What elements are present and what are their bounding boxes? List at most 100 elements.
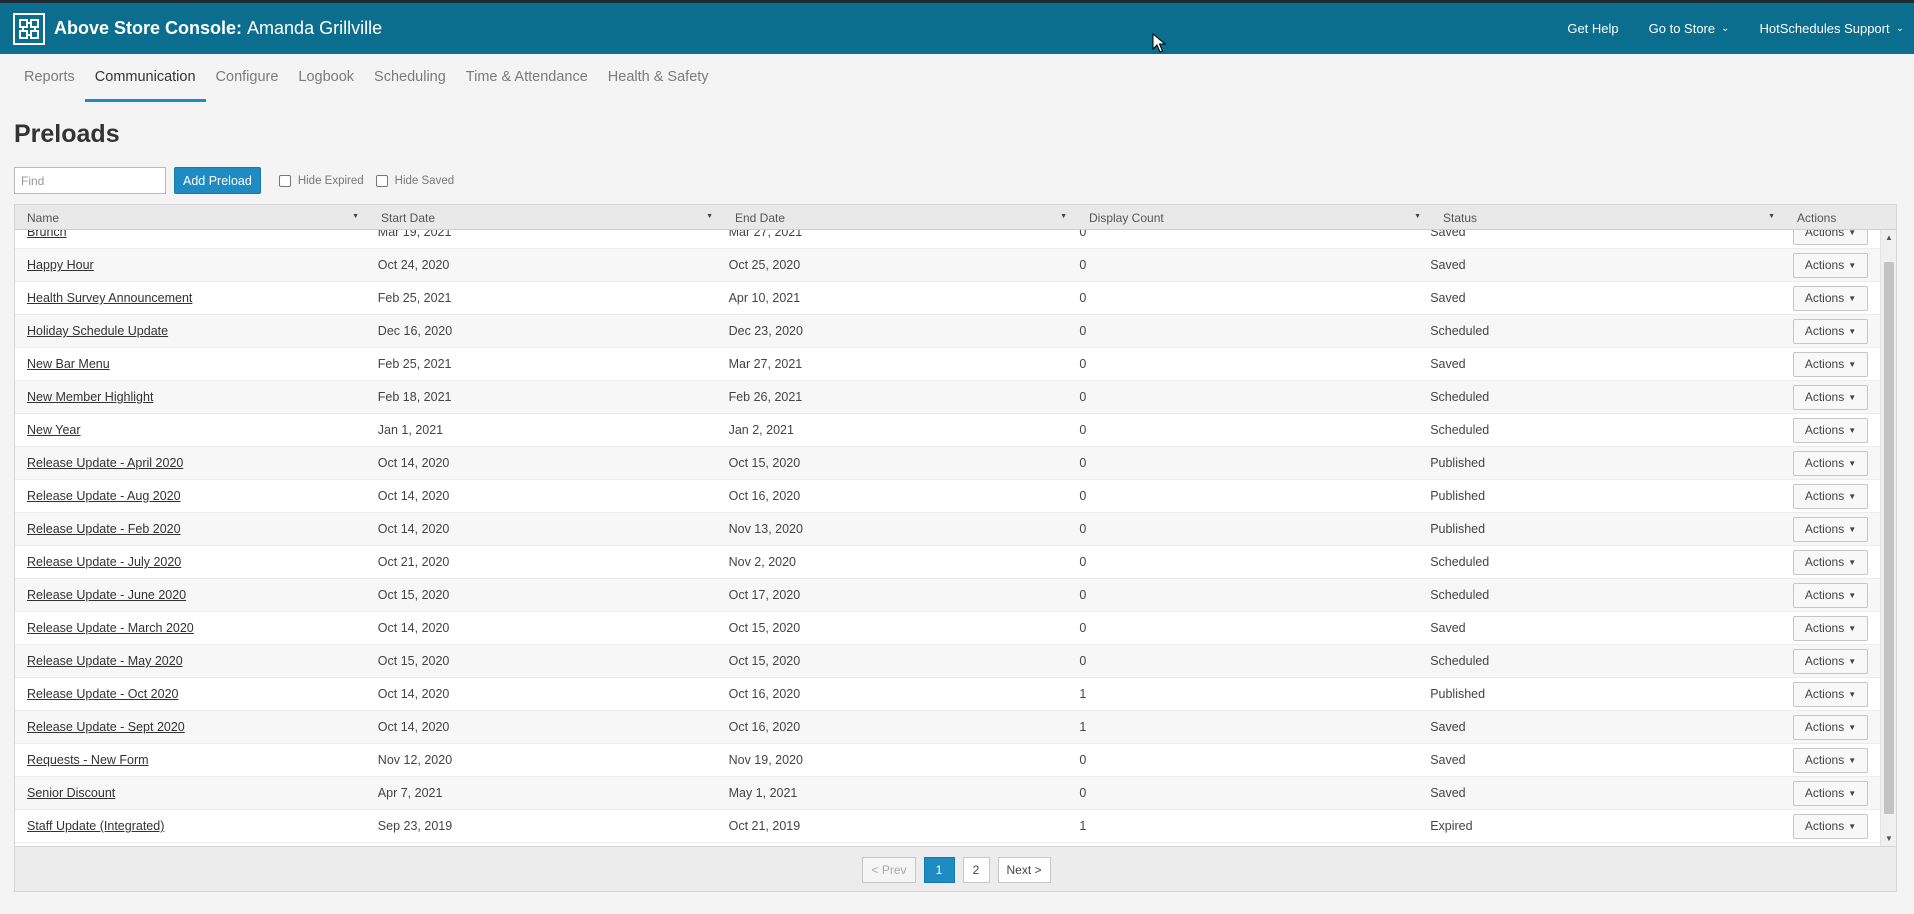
display-count-cell: 1 (1079, 819, 1087, 833)
table-row: New Member Highlight Feb 18, 2021 Feb 26, … (15, 381, 1881, 414)
caret-down-icon: ▼ (1848, 491, 1857, 501)
preload-link[interactable]: New Bar Menu (27, 357, 110, 371)
actions-dropdown-button[interactable]: Actions ▼ (1792, 714, 1868, 740)
column-header-end-date[interactable]: End Date ▼ (723, 205, 1077, 230)
hotschedules-logo-icon[interactable] (13, 12, 45, 45)
actions-dropdown-button[interactable]: Actions ▼ (1792, 780, 1868, 806)
preload-link[interactable]: Holiday Schedule Update (27, 324, 168, 338)
preload-link[interactable]: Release Update - May 2020 (27, 654, 183, 668)
actions-label: Actions (1804, 357, 1845, 371)
actions-cell: Actions ▼ (1769, 351, 1881, 377)
next-page-button[interactable]: Next > (997, 857, 1051, 883)
name-cell: Holiday Schedule Update (15, 324, 366, 338)
start-date-cell: Oct 14, 2020 (377, 489, 450, 503)
support-menu[interactable]: HotSchedules Support ⌄ (1760, 21, 1904, 36)
mouse-cursor-icon (1152, 33, 1166, 53)
actions-dropdown-button[interactable]: Actions ▼ (1792, 813, 1868, 839)
actions-dropdown-button[interactable]: Actions ▼ (1792, 351, 1868, 377)
start-date-cell: Oct 14, 2020 (377, 720, 450, 734)
actions-dropdown-button[interactable]: Actions ▼ (1792, 252, 1868, 278)
table-row: Holiday Schedule Update Dec 16, 2020 Dec 2… (15, 315, 1881, 348)
find-input[interactable] (14, 167, 166, 194)
preload-link[interactable]: Release Update - Sept 2020 (27, 720, 185, 734)
column-header-start-date[interactable]: Start Date ▼ (369, 205, 723, 230)
actions-cell: Actions ▼ (1769, 285, 1881, 311)
preload-link[interactable]: Release Update - June 2020 (27, 588, 186, 602)
preload-link[interactable]: Staff Update (Integrated) (27, 819, 164, 833)
go-to-store-menu[interactable]: Go to Store ⌄ (1649, 21, 1730, 36)
start-date-cell: Feb 18, 2021 (377, 390, 452, 404)
table-row: Release Update - March 2020 Oct 14, 2020 O… (15, 612, 1881, 645)
actions-cell: Actions ▼ (1769, 813, 1881, 839)
actions-dropdown-button[interactable]: Actions ▼ (1792, 747, 1868, 773)
scroll-up-icon[interactable]: ▲ (1885, 233, 1893, 242)
actions-dropdown-button[interactable]: Actions ▼ (1792, 318, 1868, 344)
vertical-scrollbar[interactable]: ▲ ▼ (1880, 230, 1896, 846)
actions-dropdown-button[interactable]: Actions ▼ (1792, 582, 1868, 608)
actions-dropdown-button[interactable]: Actions ▼ (1792, 483, 1868, 509)
start-date-cell: Oct 15, 2020 (377, 588, 450, 602)
actions-cell: Actions ▼ (1769, 516, 1881, 542)
scroll-down-icon[interactable]: ▼ (1885, 834, 1893, 843)
scrollbar-thumb[interactable] (1884, 262, 1894, 814)
app-title: Above Store Console: Amanda Grillville (54, 18, 383, 38)
preload-link[interactable]: Release Update - Feb 2020 (27, 522, 181, 536)
actions-label: Actions (1804, 687, 1845, 701)
end-date-cell: Jan 2, 2021 (728, 423, 794, 437)
actions-dropdown-button[interactable]: Actions ▼ (1792, 450, 1868, 476)
tab-scheduling[interactable]: Scheduling (364, 54, 456, 102)
start-date-cell: Oct 15, 2020 (377, 654, 450, 668)
tab-reports[interactable]: Reports (14, 54, 85, 102)
page-2-button[interactable]: 2 (962, 857, 990, 883)
column-header-display-count[interactable]: Display Count ▼ (1077, 205, 1431, 230)
status-cell: Scheduled (1430, 324, 1490, 338)
preload-link[interactable]: Health Survey Announcement (27, 291, 192, 305)
actions-dropdown-button[interactable]: Actions ▼ (1792, 648, 1868, 674)
prev-page-button[interactable]: < Prev (862, 857, 916, 883)
actions-dropdown-button[interactable]: Actions ▼ (1792, 615, 1868, 641)
checkbox-box[interactable] (375, 174, 388, 187)
preload-link[interactable]: New Year (27, 423, 81, 437)
checkbox-box[interactable] (278, 174, 291, 187)
column-header-name[interactable]: Name ▼ (15, 205, 369, 230)
hide-expired-checkbox[interactable]: Hide Expired (278, 174, 364, 187)
display-count-cell: 0 (1079, 390, 1087, 404)
preload-link[interactable]: Release Update - July 2020 (27, 555, 181, 569)
column-header-actions: Actions (1797, 210, 1837, 225)
tab-configure[interactable]: Configure (206, 54, 289, 102)
end-date-cell: Oct 25, 2020 (728, 258, 801, 272)
preload-link[interactable]: Happy Hour (27, 258, 94, 272)
preload-link[interactable]: Release Update - Aug 2020 (27, 489, 181, 503)
get-help-link[interactable]: Get Help (1567, 21, 1618, 36)
tab-communication[interactable]: Communication (84, 54, 206, 102)
tab-logbook[interactable]: Logbook (288, 54, 364, 102)
hide-saved-checkbox[interactable]: Hide Saved (375, 174, 454, 187)
end-date-cell: Oct 16, 2020 (728, 687, 801, 701)
preload-link[interactable]: Senior Discount (27, 786, 115, 800)
actions-dropdown-button[interactable]: Actions ▼ (1792, 681, 1868, 707)
display-count-cell: 1 (1079, 720, 1087, 734)
preload-link[interactable]: Release Update - April 2020 (27, 456, 183, 470)
status-cell: Saved (1430, 720, 1466, 734)
actions-dropdown-button[interactable]: Actions ▼ (1792, 384, 1868, 410)
actions-label: Actions (1804, 654, 1845, 668)
preload-link[interactable]: New Member Highlight (27, 390, 153, 404)
status-cell: Published (1430, 687, 1486, 701)
page-1-button[interactable]: 1 (923, 857, 955, 883)
preload-link[interactable]: Release Update - Oct 2020 (27, 687, 178, 701)
caret-down-icon: ▼ (1848, 557, 1857, 567)
start-date-cell: Sep 23, 2019 (377, 819, 453, 833)
tab-time-attendance[interactable]: Time & Attendance (456, 54, 598, 102)
tab-health-safety[interactable]: Health & Safety (598, 54, 719, 102)
actions-cell: Actions ▼ (1769, 549, 1881, 575)
add-preload-button[interactable]: Add Preload (174, 167, 261, 194)
main-nav: Reports Communication Configure Logbook … (0, 54, 1914, 102)
status-cell: Scheduled (1430, 654, 1490, 668)
preload-link[interactable]: Release Update - March 2020 (27, 621, 194, 635)
preload-link[interactable]: Requests - New Form (27, 753, 149, 767)
column-header-status[interactable]: Status ▼ (1431, 205, 1785, 230)
actions-dropdown-button[interactable]: Actions ▼ (1792, 417, 1868, 443)
actions-dropdown-button[interactable]: Actions ▼ (1792, 516, 1868, 542)
actions-dropdown-button[interactable]: Actions ▼ (1792, 285, 1868, 311)
actions-dropdown-button[interactable]: Actions ▼ (1792, 549, 1868, 575)
